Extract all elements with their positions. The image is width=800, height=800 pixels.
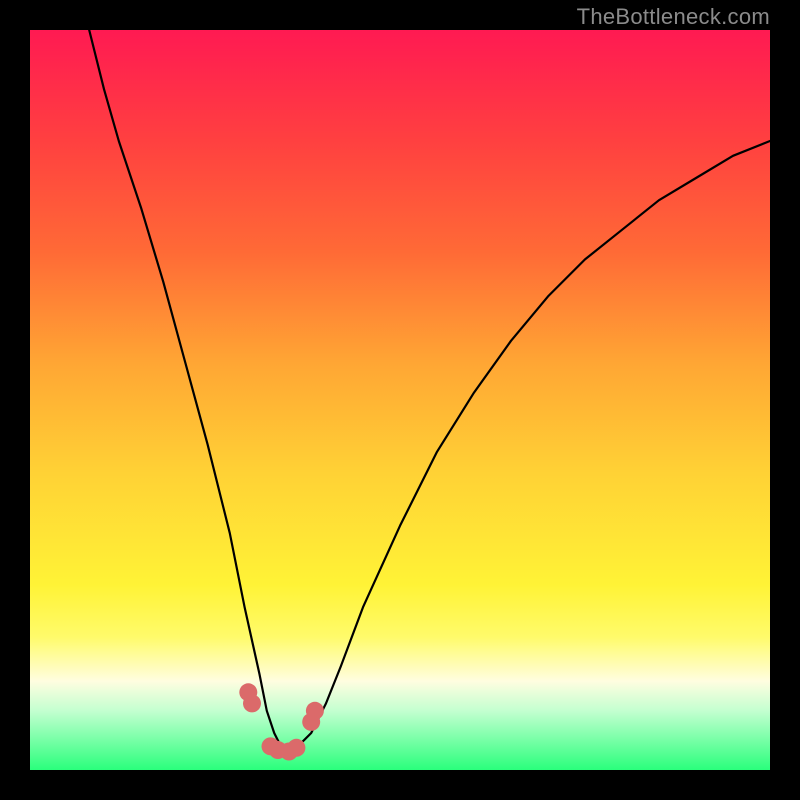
highlight-dot bbox=[287, 739, 305, 757]
chart-frame: TheBottleneck.com bbox=[0, 0, 800, 800]
curve-svg bbox=[30, 30, 770, 770]
highlight-dot bbox=[306, 702, 324, 720]
bottleneck-curve bbox=[89, 30, 770, 752]
watermark-text: TheBottleneck.com bbox=[577, 4, 770, 30]
highlight-markers bbox=[239, 683, 324, 760]
plot-area bbox=[30, 30, 770, 770]
highlight-dot bbox=[243, 694, 261, 712]
